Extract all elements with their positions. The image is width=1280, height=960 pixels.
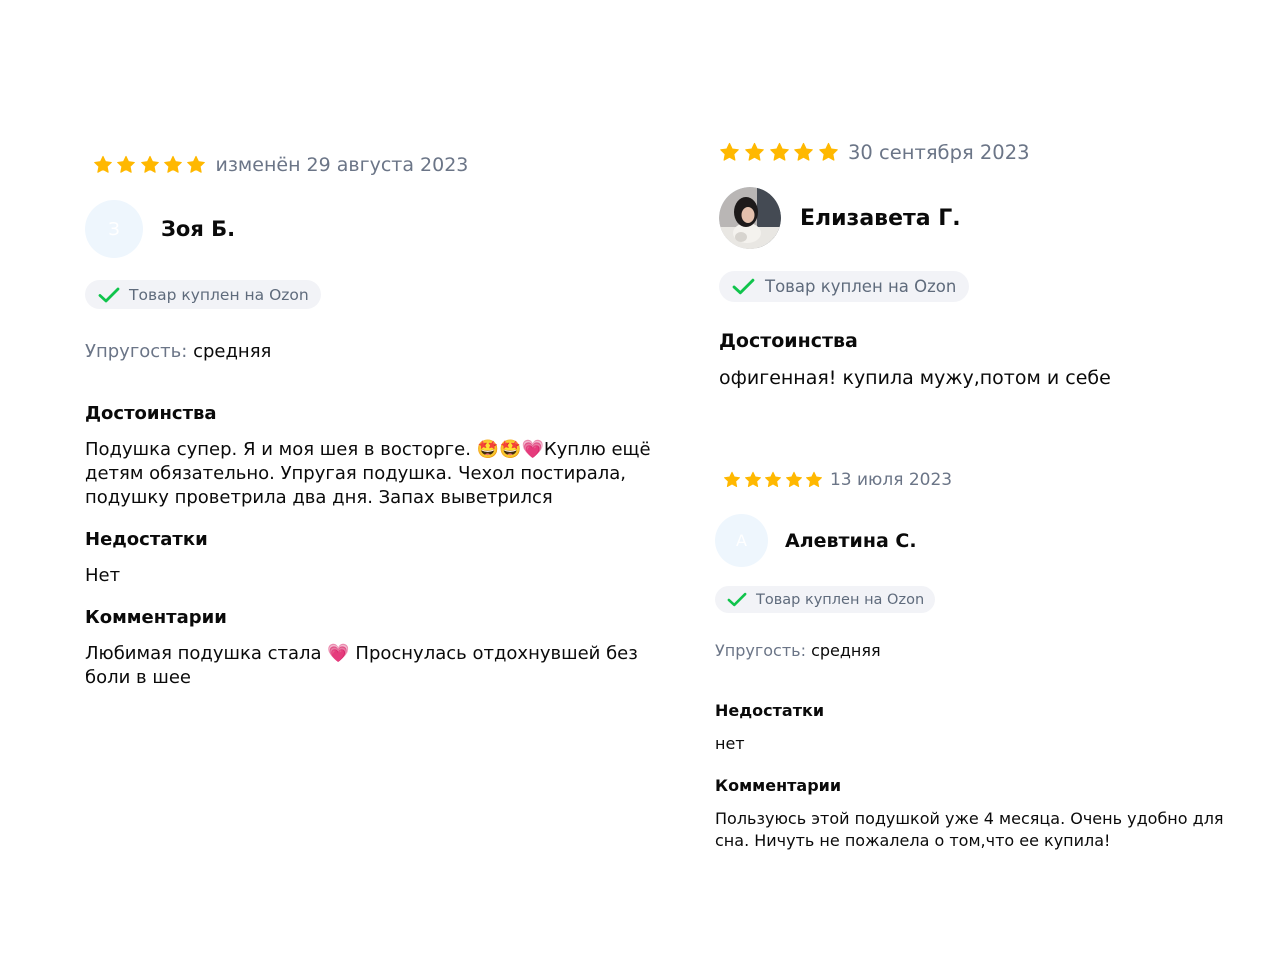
avatar-initial: З bbox=[108, 218, 120, 240]
review-date: 30 сентября 2023 bbox=[847, 140, 1030, 164]
star-icon bbox=[764, 471, 782, 489]
check-icon bbox=[732, 278, 755, 295]
star-rating bbox=[723, 471, 826, 489]
pros-title: Достоинства bbox=[85, 403, 217, 424]
param-value: средняя bbox=[193, 341, 272, 362]
star-icon bbox=[723, 471, 741, 489]
badge-label: Товар куплен на Ozon bbox=[765, 277, 957, 296]
avatar[interactable]: А bbox=[715, 514, 768, 567]
star-icon bbox=[805, 471, 823, 489]
star-icon bbox=[163, 155, 183, 175]
star-icon bbox=[140, 155, 160, 175]
avatar-photo-image bbox=[719, 187, 781, 249]
author-row: А Алевтина С. bbox=[715, 514, 1235, 567]
rating-row: 13 июля 2023 bbox=[723, 466, 1235, 494]
star-icon bbox=[785, 471, 803, 489]
param-label: Упругость: bbox=[85, 341, 188, 362]
star-icon bbox=[818, 142, 839, 163]
pros-text: Подушка супер. Я и моя шея в восторге. 🤩… bbox=[85, 439, 651, 508]
purchased-badge: Товар куплен на Ozon bbox=[719, 271, 970, 302]
check-icon bbox=[98, 287, 120, 303]
comment-title: Комментарии bbox=[85, 607, 227, 628]
star-rating bbox=[93, 155, 209, 175]
purchased-badge: Товар куплен на Ozon bbox=[85, 280, 321, 309]
star-icon bbox=[769, 142, 790, 163]
author-name[interactable]: Елизавета Г. bbox=[800, 206, 961, 231]
star-rating bbox=[719, 142, 843, 163]
comment-text: Любимая подушка стала 💗 Проснулась отдох… bbox=[85, 643, 638, 688]
param-label: Упругость: bbox=[715, 641, 806, 660]
badge-label: Товар куплен на Ozon bbox=[756, 591, 925, 608]
param-value: средняя bbox=[811, 641, 881, 660]
comment-text: Пользуюсь этой подушкой уже 4 месяца. Оч… bbox=[715, 809, 1224, 850]
review-card: 13 июля 2023 А Алевтина С. Товар куплен … bbox=[715, 466, 1235, 852]
rating-row: 30 сентября 2023 bbox=[719, 137, 1239, 167]
check-icon bbox=[727, 592, 747, 607]
cons-text: нет bbox=[715, 734, 745, 753]
author-name[interactable]: Алевтина С. bbox=[785, 530, 917, 552]
comment-title: Комментарии bbox=[715, 776, 842, 795]
purchased-badge: Товар куплен на Ozon bbox=[715, 586, 936, 613]
author-row: З Зоя Б. bbox=[85, 200, 665, 258]
rating-row: изменён 29 августа 2023 bbox=[93, 150, 665, 180]
param-elasticity: Упругость: средняя bbox=[85, 341, 665, 362]
review-date: 13 июля 2023 bbox=[829, 470, 953, 490]
badge-label: Товар куплен на Ozon bbox=[129, 285, 309, 304]
star-icon bbox=[744, 142, 765, 163]
star-icon bbox=[793, 142, 814, 163]
review-date: изменён 29 августа 2023 bbox=[215, 154, 469, 176]
author-row: Елизавета Г. bbox=[719, 187, 1239, 249]
param-elasticity: Упругость: средняя bbox=[715, 641, 1235, 660]
star-icon bbox=[93, 155, 113, 175]
pros-title: Достоинства bbox=[719, 330, 858, 352]
pros-text: офигенная! купила мужу,потом и себе bbox=[719, 367, 1111, 389]
review-card: 30 сентября 2023 Елизавета Г. Товар купл… bbox=[719, 137, 1239, 391]
avatar[interactable]: З bbox=[85, 200, 143, 258]
star-icon bbox=[186, 155, 206, 175]
star-icon bbox=[116, 155, 136, 175]
avatar-photo[interactable] bbox=[719, 187, 781, 249]
cons-title: Недостатки bbox=[85, 529, 208, 550]
author-name[interactable]: Зоя Б. bbox=[161, 217, 235, 241]
star-icon bbox=[744, 471, 762, 489]
cons-title: Недостатки bbox=[715, 701, 825, 720]
star-icon bbox=[719, 142, 740, 163]
avatar-initial: А bbox=[736, 531, 747, 550]
cons-text: Нет bbox=[85, 565, 121, 586]
review-card: изменён 29 августа 2023 З Зоя Б. Товар к… bbox=[85, 150, 665, 690]
